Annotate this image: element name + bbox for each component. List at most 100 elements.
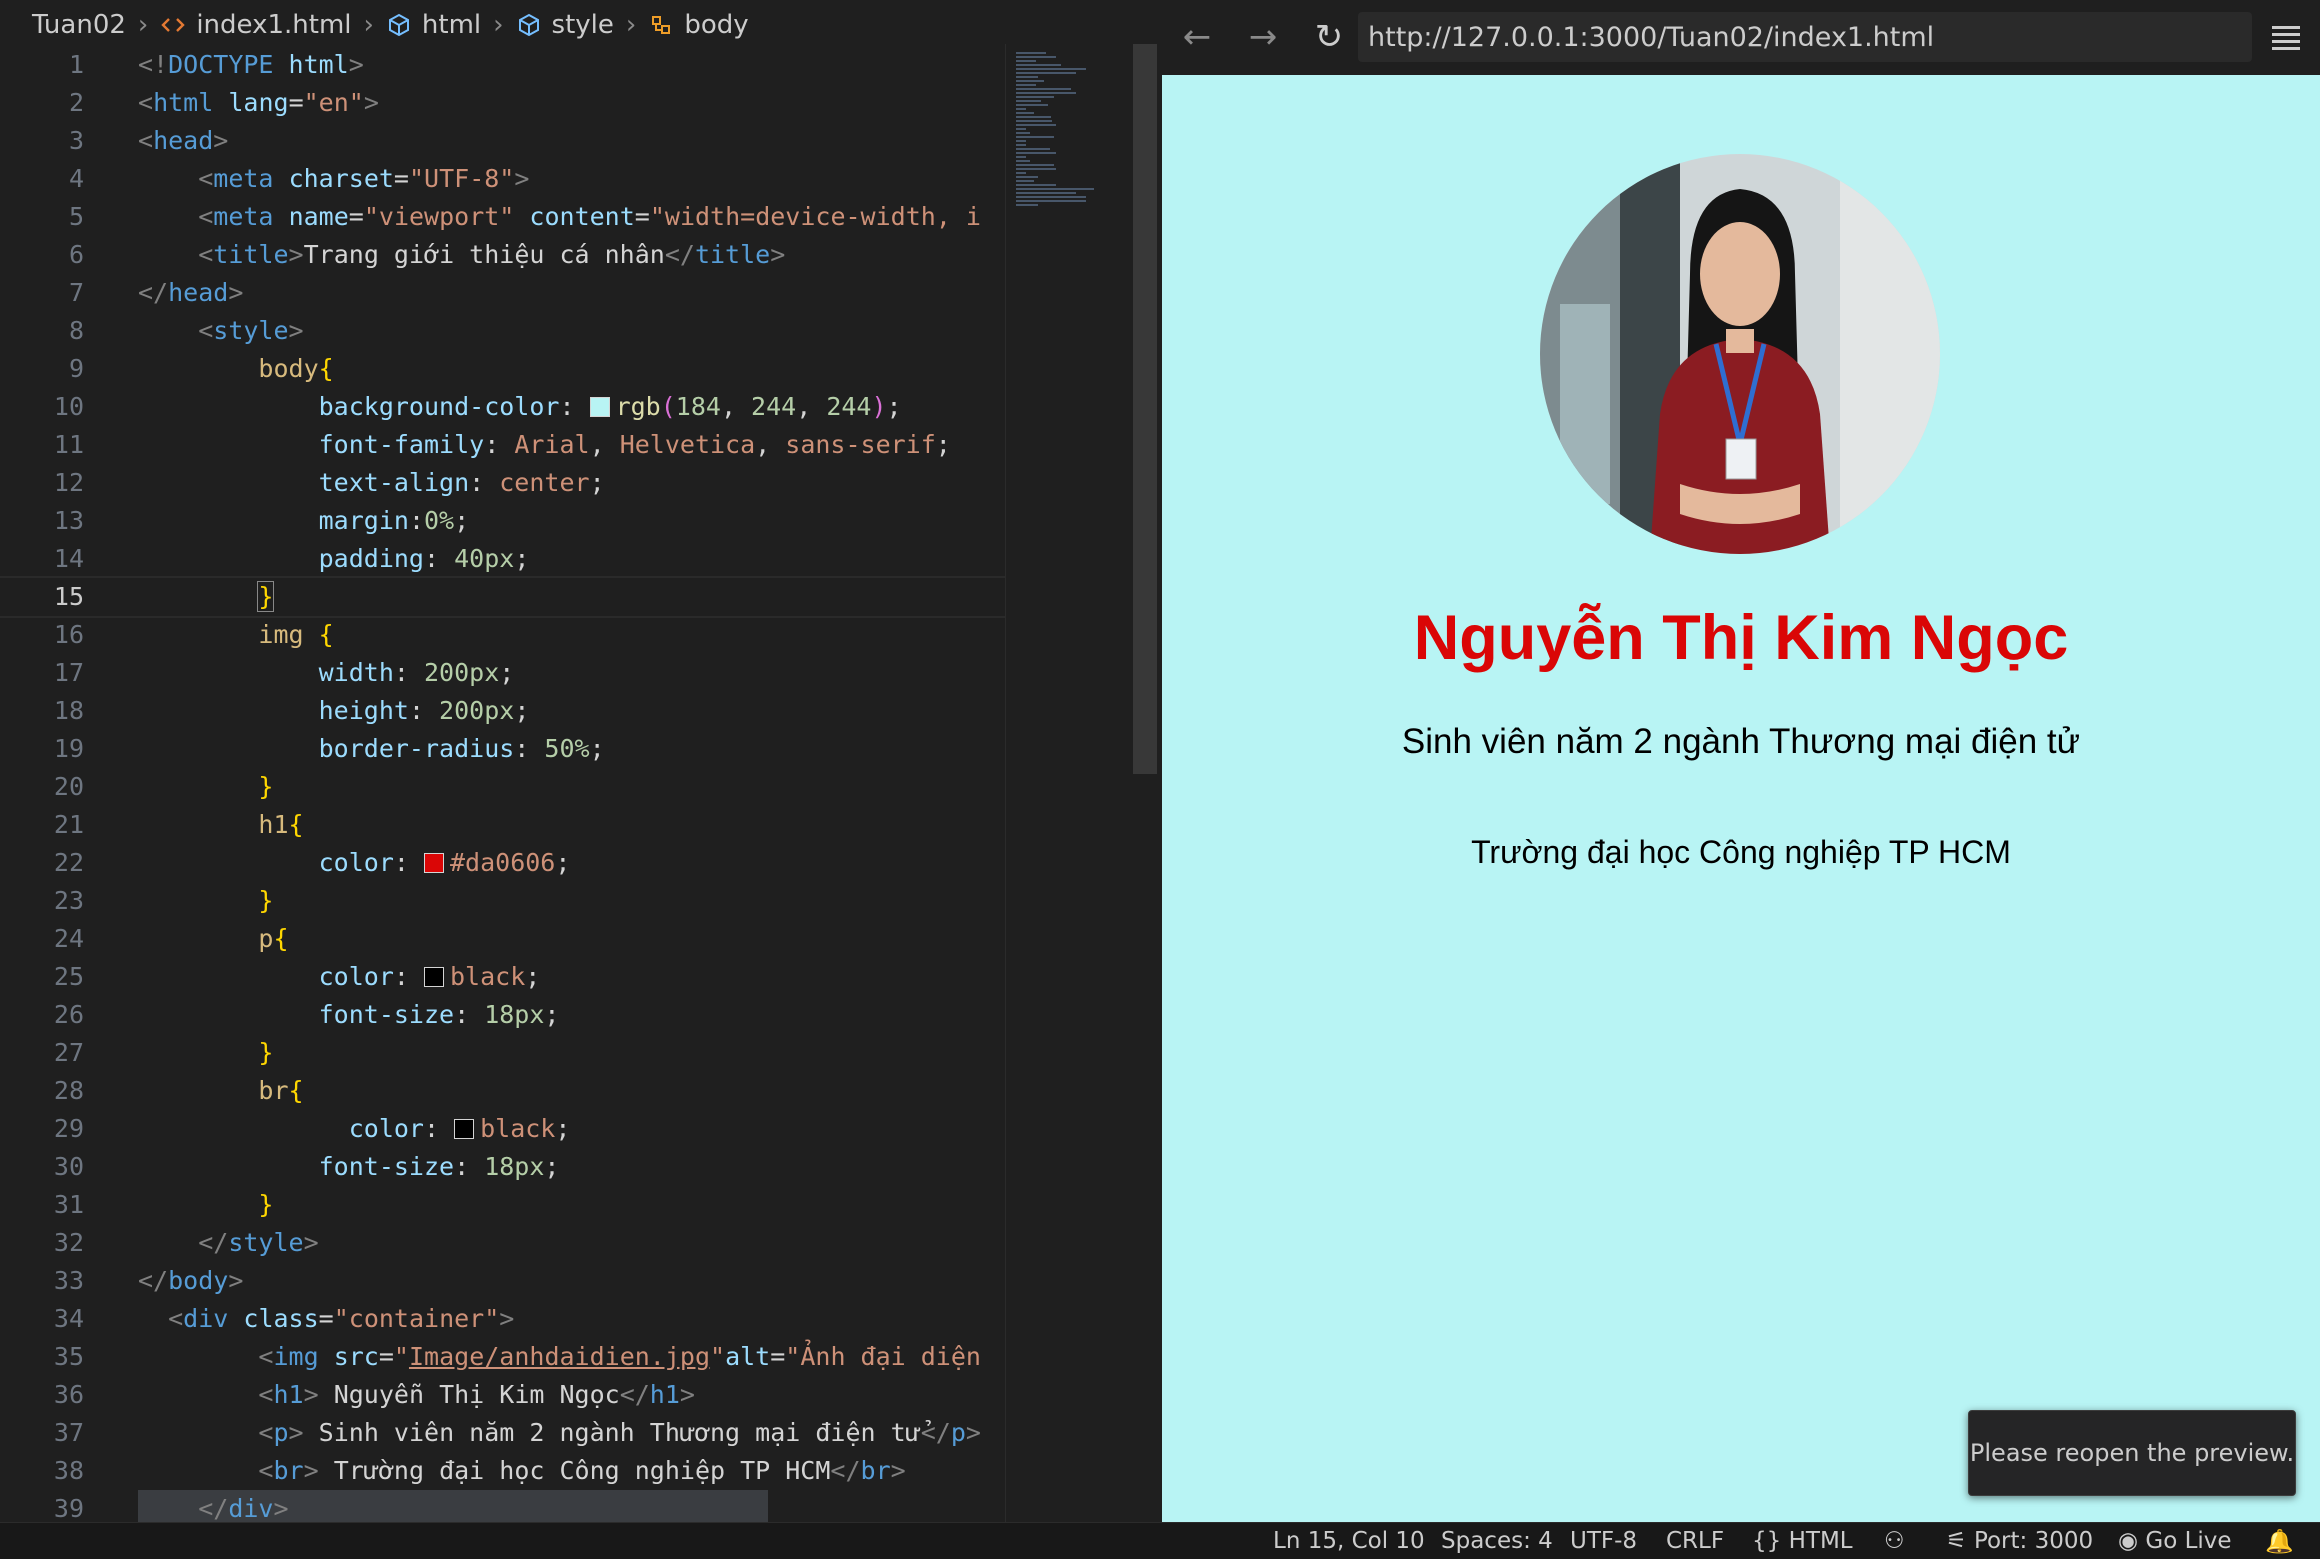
breadcrumb-file[interactable]: index1.html	[160, 10, 352, 40]
code-text[interactable]: </body>	[138, 1262, 243, 1300]
code-line[interactable]: 16 img {	[0, 616, 1005, 654]
code-text[interactable]: body{	[138, 350, 333, 388]
copilot-icon[interactable]: ⚇	[1884, 1528, 1905, 1554]
indentation[interactable]: Spaces: 4	[1441, 1528, 1553, 1554]
code-line[interactable]: 13 margin:0%;	[0, 502, 1005, 540]
code-text[interactable]: font-family: Arial, Helvetica, sans-seri…	[138, 426, 951, 464]
code-line[interactable]: 20 }	[0, 768, 1005, 806]
code-line[interactable]: 9 body{	[0, 350, 1005, 388]
code-text[interactable]: color: #da0606;	[138, 844, 571, 882]
code-text[interactable]: border-radius: 50%;	[138, 730, 605, 768]
code-line[interactable]: 37 <p> Sinh viên năm 2 ngành Thương mại …	[0, 1414, 1005, 1452]
code-line[interactable]: 39 </div>	[0, 1490, 1005, 1522]
code-line[interactable]: 25 color: black;	[0, 958, 1005, 996]
code-line[interactable]: 23 }	[0, 882, 1005, 920]
code-text[interactable]: margin:0%;	[138, 502, 470, 540]
code-text[interactable]: </style>	[138, 1224, 318, 1262]
code-line[interactable]: 6 <title>Trang giới thiệu cá nhân</title…	[0, 236, 1005, 274]
code-line[interactable]: 2 <html lang="en">	[0, 84, 1005, 122]
code-line[interactable]: 1 <!DOCTYPE html>	[0, 46, 1005, 84]
minimap[interactable]	[1005, 44, 1141, 1522]
breadcrumb-style[interactable]: style	[516, 10, 614, 40]
code-line[interactable]: 12 text-align: center;	[0, 464, 1005, 502]
code-line[interactable]: 5 <meta name="viewport" content="width=d…	[0, 198, 1005, 236]
code-text[interactable]: </div>	[138, 1490, 288, 1522]
encoding[interactable]: UTF-8	[1570, 1528, 1637, 1554]
code-text[interactable]: <!DOCTYPE html>	[138, 46, 364, 84]
back-arrow-icon[interactable]: ←	[1174, 14, 1220, 60]
editor-scrollbar[interactable]	[1133, 44, 1157, 774]
code-area[interactable]: 1 <!DOCTYPE html> 2 <html lang="en"> 3 <head>…	[0, 44, 1005, 1522]
code-text[interactable]: img {	[138, 616, 333, 654]
code-line[interactable]: 17 width: 200px;	[0, 654, 1005, 692]
code-line[interactable]: 31 }	[0, 1186, 1005, 1224]
code-text[interactable]: width: 200px;	[138, 654, 515, 692]
code-text[interactable]: }	[138, 1034, 273, 1072]
code-text[interactable]: }	[138, 1186, 273, 1224]
notification-toast[interactable]: Please reopen the preview.	[1968, 1410, 2296, 1496]
code-text[interactable]: color: black;	[138, 1110, 571, 1148]
breadcrumb-html[interactable]: html	[386, 10, 481, 40]
code-text[interactable]: </head>	[138, 274, 243, 312]
breadcrumb-folder[interactable]: Tuan02	[32, 10, 126, 40]
code-line[interactable]: 29 color: black;	[0, 1110, 1005, 1148]
code-line[interactable]: 30 font-size: 18px;	[0, 1148, 1005, 1186]
code-line[interactable]: 3 <head>	[0, 122, 1005, 160]
bell-icon[interactable]: 🔔	[2265, 1528, 2294, 1555]
code-text[interactable]: }	[138, 578, 275, 616]
code-text[interactable]: <head>	[138, 122, 228, 160]
code-text[interactable]: }	[138, 768, 273, 806]
cursor-position[interactable]: Ln 15, Col 10	[1273, 1528, 1425, 1554]
code-text[interactable]: font-size: 18px;	[138, 996, 560, 1034]
code-text[interactable]: <meta name="viewport" content="width=dev…	[138, 198, 981, 236]
code-line[interactable]: 19 border-radius: 50%;	[0, 730, 1005, 768]
code-line[interactable]: 35 <img src="Image/anhdaidien.jpg"alt="Ả…	[0, 1338, 1005, 1376]
menu-icon[interactable]	[2272, 22, 2300, 50]
code-line[interactable]: 21 h1{	[0, 806, 1005, 844]
code-text[interactable]: color: black;	[138, 958, 541, 996]
code-line[interactable]: 38 <br> Trường đại học Công nghiệp TP HC…	[0, 1452, 1005, 1490]
code-line[interactable]: 26 font-size: 18px;	[0, 996, 1005, 1034]
code-line[interactable]: 8 <style>	[0, 312, 1005, 350]
code-text[interactable]: <div class="container">	[138, 1300, 514, 1338]
code-line[interactable]: 33 </body>	[0, 1262, 1005, 1300]
code-line[interactable]: 7 </head>	[0, 274, 1005, 312]
code-line[interactable]: 10 background-color: rgb(184, 244, 244);	[0, 388, 1005, 426]
code-line[interactable]: 28 br{	[0, 1072, 1005, 1110]
code-text[interactable]: <style>	[138, 312, 303, 350]
url-bar[interactable]: http://127.0.0.1:3000/Tuan02/index1.html	[1358, 12, 2252, 62]
code-text[interactable]: <meta charset="UTF-8">	[138, 160, 529, 198]
language-mode[interactable]: {} HTML	[1752, 1528, 1853, 1554]
code-line[interactable]: 18 height: 200px;	[0, 692, 1005, 730]
code-line[interactable]: 24 p{	[0, 920, 1005, 958]
code-text[interactable]: <p> Sinh viên năm 2 ngành Thương mại điệ…	[138, 1414, 981, 1452]
code-text[interactable]: height: 200px;	[138, 692, 530, 730]
port-indicator[interactable]: ⚟ Port: 3000	[1946, 1528, 2093, 1554]
line-ending[interactable]: CRLF	[1666, 1528, 1724, 1554]
code-line[interactable]: 32 </style>	[0, 1224, 1005, 1262]
code-text[interactable]: text-align: center;	[138, 464, 605, 502]
code-text[interactable]: <html lang="en">	[138, 84, 379, 122]
code-line[interactable]: 27 }	[0, 1034, 1005, 1072]
code-text[interactable]: <title>Trang giới thiệu cá nhân</title>	[138, 236, 785, 274]
code-editor[interactable]: Tuan02 › index1.html › html › style › bo…	[0, 0, 1162, 1522]
code-text[interactable]: font-size: 18px;	[138, 1148, 560, 1186]
code-line[interactable]: 34 <div class="container">	[0, 1300, 1005, 1338]
code-line[interactable]: 4 <meta charset="UTF-8">	[0, 160, 1005, 198]
code-line[interactable]: 36 <h1> Nguyễn Thị Kim Ngọc</h1>	[0, 1376, 1005, 1414]
reload-icon[interactable]: ↻	[1306, 14, 1352, 60]
code-text[interactable]: <img src="Image/anhdaidien.jpg"alt="Ảnh …	[138, 1338, 981, 1376]
code-line[interactable]: 14 padding: 40px;	[0, 540, 1005, 578]
forward-arrow-icon[interactable]: →	[1240, 14, 1286, 60]
code-text[interactable]: h1{	[138, 806, 303, 844]
code-text[interactable]: background-color: rgb(184, 244, 244);	[138, 388, 902, 426]
code-line[interactable]: 15 }	[0, 576, 1005, 618]
breadcrumb-body[interactable]: body	[648, 10, 749, 40]
code-line[interactable]: 22 color: #da0606;	[0, 844, 1005, 882]
code-text[interactable]: p{	[138, 920, 288, 958]
code-text[interactable]: padding: 40px;	[138, 540, 530, 578]
code-text[interactable]: }	[138, 882, 273, 920]
code-text[interactable]: <h1> Nguyễn Thị Kim Ngọc</h1>	[138, 1376, 695, 1414]
code-text[interactable]: <br> Trường đại học Công nghiệp TP HCM</…	[138, 1452, 905, 1490]
code-text[interactable]: br{	[138, 1072, 303, 1110]
